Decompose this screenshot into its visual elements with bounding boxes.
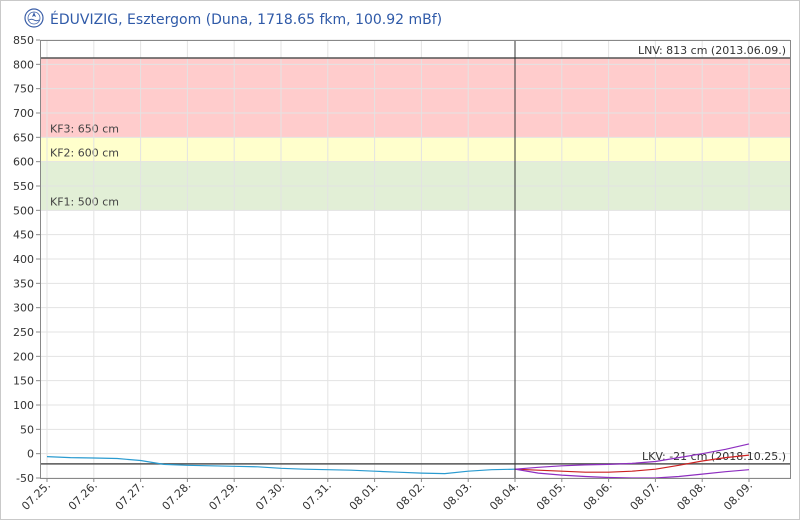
y-tick-label: 850 — [13, 34, 34, 47]
y-tick-label: 350 — [13, 277, 34, 290]
x-tick-label: 08.01. — [347, 479, 381, 513]
zone-band — [40, 137, 790, 162]
y-tick-label: 450 — [13, 229, 34, 242]
x-tick-label: 07.27. — [113, 479, 147, 513]
y-tick-label: 150 — [13, 375, 34, 388]
x-tick-label: 08.08. — [674, 479, 708, 513]
y-tick-label: 500 — [13, 204, 34, 217]
x-tick-label: 08.07. — [628, 479, 662, 513]
x-tick-label: 08.05. — [534, 479, 568, 513]
x-tick-label: 08.02. — [394, 479, 428, 513]
y-tick-label: 0 — [27, 448, 34, 461]
x-tick-label: 07.31. — [300, 479, 334, 513]
zone-label: KF1: 500 cm — [50, 195, 119, 208]
y-tick-label: 50 — [20, 423, 34, 436]
y-tick-label: 800 — [13, 58, 34, 71]
y-tick-label: 400 — [13, 253, 34, 266]
y-tick-label: 650 — [13, 131, 34, 144]
zone-band — [40, 58, 790, 138]
y-axis: -50 0 50 100 150 200 250 300 350 400 450 500 550 600 6… — [13, 34, 40, 485]
y-tick-label: 250 — [13, 326, 34, 339]
x-tick-label: 07.29. — [206, 479, 240, 513]
y-tick-label: 750 — [13, 83, 34, 96]
zone-label: KF2: 600 cm — [50, 147, 119, 160]
x-tick-label: 07.26. — [66, 479, 100, 513]
y-tick-label: 100 — [13, 399, 34, 412]
x-tick-label: 08.03. — [440, 479, 474, 513]
y-tick-label: 200 — [13, 350, 34, 363]
y-tick-label: 700 — [13, 107, 34, 120]
hydrograph-chart: KF3: 650 cm KF2: 600 cm KF1: 500 cm LNV: 8… — [13, 34, 791, 513]
y-tick-label: 300 — [13, 302, 34, 315]
zone-label: KF3: 650 cm — [50, 122, 119, 135]
y-tick-label: 550 — [13, 180, 34, 193]
y-tick-label: 600 — [13, 156, 34, 169]
y-tick-label: -50 — [16, 472, 34, 485]
reference-line-label: LNV: 813 cm (2013.06.09.) — [638, 44, 786, 57]
x-tick-label: 07.30. — [253, 479, 287, 513]
warning-zones: KF3: 650 cm KF2: 600 cm KF1: 500 cm — [40, 58, 790, 211]
x-tick-label: 07.28. — [160, 479, 194, 513]
x-tick-label: 08.04. — [487, 479, 521, 513]
x-axis: 07.25. 07.26. 07.27. 07.28. 07.29. 07.30. 07.3… — [19, 478, 755, 513]
x-tick-label: 08.09. — [721, 479, 755, 513]
x-tick-label: 08.06. — [581, 479, 615, 513]
